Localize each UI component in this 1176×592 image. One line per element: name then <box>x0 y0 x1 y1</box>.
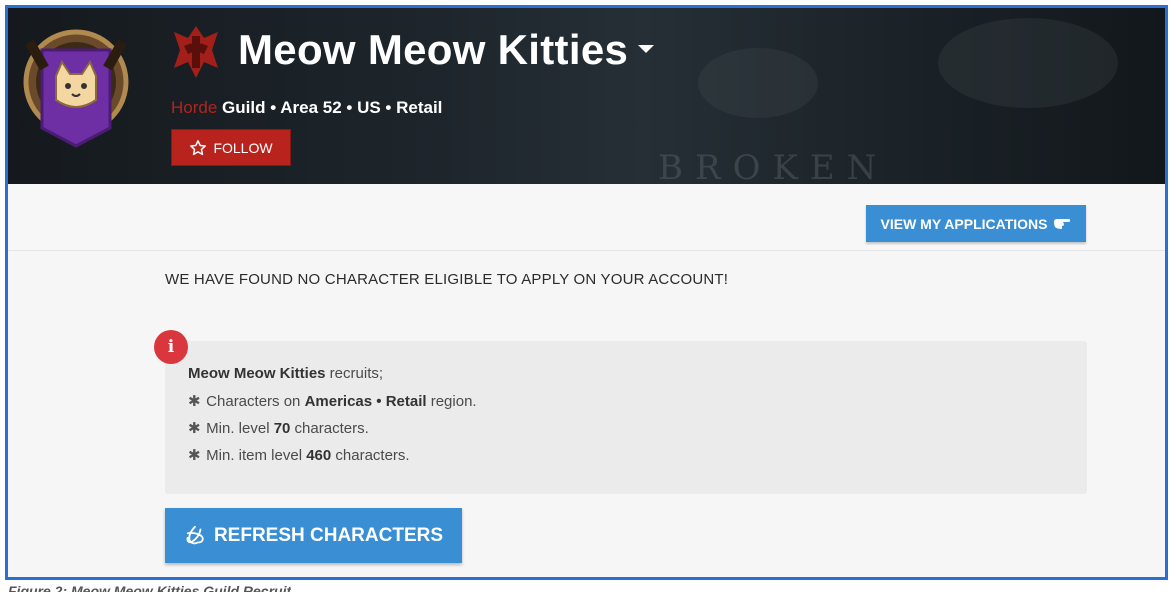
map-shape <box>698 48 818 118</box>
map-watermark-text: BROKEN <box>658 148 889 184</box>
region-suffix: region. <box>426 393 477 410</box>
item-level-value: 460 <box>306 447 332 464</box>
region-value: Americas • Retail <box>304 393 427 410</box>
region-prefix: Characters on <box>206 393 305 410</box>
screenshot-frame: BROKEN Meow Meow Kitties Horde Guild • A… <box>5 5 1168 580</box>
toolbar: VIEW MY APPLICATIONS <box>8 184 1165 251</box>
level-suffix: characters. <box>290 420 369 437</box>
follow-button-label: FOLLOW <box>213 139 273 156</box>
no-eligible-character-notice: WE HAVE FOUND NO CHARACTER ELIGIBLE TO A… <box>165 271 729 288</box>
recruit-intro: Meow Meow Kitties recruits; <box>188 365 477 392</box>
level-value: 70 <box>273 420 291 437</box>
recruitment-requirements: Meow Meow Kitties recruits; ✱ Characters… <box>188 365 477 473</box>
recruit-intro-suffix: recruits; <box>325 365 384 382</box>
asterisk-icon: ✱ <box>188 393 201 410</box>
view-my-applications-label: VIEW MY APPLICATIONS <box>880 215 1048 232</box>
star-outline-icon <box>190 139 207 155</box>
pointing-hand-icon <box>1054 218 1071 229</box>
faction-label: Horde <box>171 98 218 117</box>
refresh-characters-button[interactable]: REFRESH CHARACTERS <box>165 508 462 563</box>
figure-caption: Figure 2: Meow Meow Kitties Guild Recrui… <box>8 583 292 592</box>
asterisk-icon: ✱ <box>188 420 201 437</box>
level-prefix: Min. level <box>206 420 274 437</box>
battlenet-icon <box>186 525 204 544</box>
guild-emblem-icon <box>23 29 129 148</box>
guild-name-title[interactable]: Meow Meow Kitties <box>238 26 655 74</box>
map-shape <box>938 18 1118 108</box>
guild-details: Guild • Area 52 • US • Retail <box>222 98 443 117</box>
guild-subtitle: Horde Guild • Area 52 • US • Retail <box>171 98 442 118</box>
guild-banner: BROKEN Meow Meow Kitties Horde Guild • A… <box>8 8 1165 184</box>
view-my-applications-button[interactable]: VIEW MY APPLICATIONS <box>866 205 1086 242</box>
horde-faction-icon <box>174 26 218 78</box>
info-icon: i <box>154 330 188 364</box>
asterisk-icon: ✱ <box>188 447 201 464</box>
refresh-characters-label: REFRESH CHARACTERS <box>213 524 444 546</box>
dropdown-caret-icon[interactable] <box>638 44 655 53</box>
item-level-prefix: Min. item level <box>206 447 307 464</box>
requirement-region: ✱ Characters on Americas • Retail region… <box>188 392 477 419</box>
follow-button[interactable]: FOLLOW <box>171 129 291 166</box>
requirement-item-level: ✱ Min. item level 460 characters. <box>188 446 477 473</box>
guild-name-text: Meow Meow Kitties <box>238 26 629 73</box>
requirement-level: ✱ Min. level 70 characters. <box>188 419 477 446</box>
item-level-suffix: characters. <box>331 447 410 464</box>
recruit-guild-name: Meow Meow Kitties <box>188 365 326 382</box>
